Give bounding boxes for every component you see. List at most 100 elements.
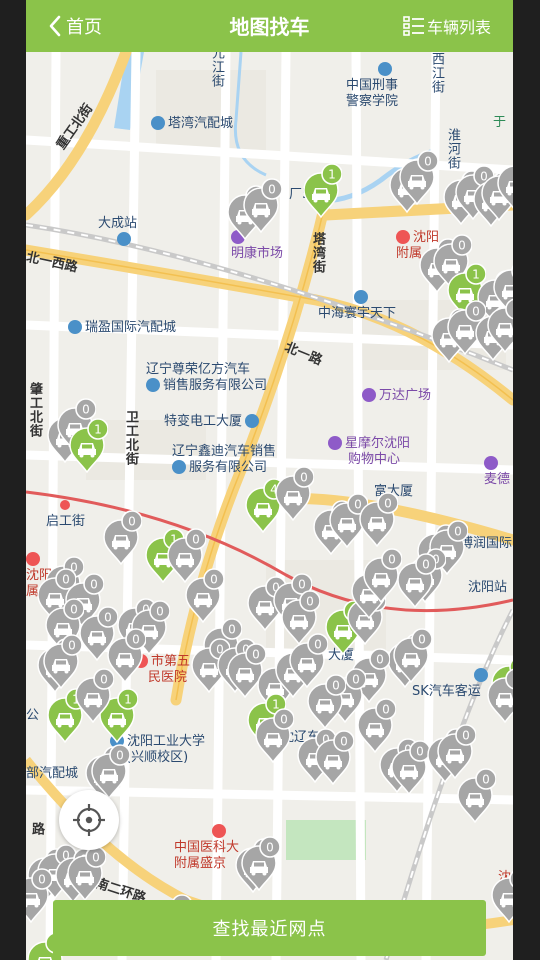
pin-count-badge: 0 <box>68 639 76 653</box>
vehicle-pin-available[interactable]: 1 <box>68 418 109 478</box>
map-label: 公 <box>26 708 40 723</box>
shop-icon <box>146 377 160 392</box>
pin-count-badge: 0 <box>512 303 513 317</box>
poi-ruiying: 瑞盈国际汽配城 <box>68 319 176 336</box>
building-icon <box>245 413 260 428</box>
hospital-icon <box>396 229 410 244</box>
vehicle-pin-empty[interactable]: 0 <box>102 510 143 570</box>
vehicle-pin-empty[interactable]: 0 <box>358 492 399 552</box>
map-label: 大成站 <box>98 216 138 231</box>
pin-count-badge: 0 <box>482 773 490 787</box>
road-label: 肇工北街 <box>27 382 42 438</box>
pin-count-badge: 0 <box>210 573 218 587</box>
vehicle-pin-empty[interactable]: 0 <box>496 156 513 216</box>
poi-xingmoer: 星摩尔沈阳 购物中心 <box>328 435 410 468</box>
vehicle-pin-empty[interactable]: 0 <box>486 298 513 358</box>
pin-count-badge: 0 <box>352 673 360 687</box>
pin-count-badge: 1 <box>94 423 102 437</box>
car-pin-icon: 0 <box>363 548 403 604</box>
pin-count-badge: 0 <box>100 673 108 687</box>
car-pin-icon: 0 <box>103 510 143 566</box>
car-pin-icon: 1 <box>69 418 109 474</box>
vehicle-pin-empty[interactable]: 0 <box>242 178 283 238</box>
station-icon <box>60 499 70 510</box>
map-label: 元江街 <box>209 52 224 88</box>
map-label: 于 <box>493 115 507 130</box>
pin-count-badge: 0 <box>90 578 98 592</box>
top-nav-bar: 首页 地图找车 车辆列表 <box>26 0 513 52</box>
poi-medical-univ: 中国医科大 附属盛京 <box>174 823 239 872</box>
vehicle-pin-available[interactable]: 1 <box>302 163 343 223</box>
shop-icon <box>151 115 165 130</box>
map-label: 沈阳站 <box>468 580 508 595</box>
vehicle-list-button[interactable]: 车辆列表 <box>403 13 491 39</box>
vehicle-pin-empty[interactable]: 0 <box>66 846 107 906</box>
locate-button[interactable] <box>59 790 119 850</box>
poi-dacheng-station: 大成站 <box>98 216 137 248</box>
vehicle-pin-empty[interactable]: 0 <box>390 740 431 800</box>
poi-qigong: 启工街 <box>46 498 85 530</box>
shop-icon <box>172 459 186 474</box>
mall-icon <box>484 455 498 470</box>
pin-count-badge: 0 <box>38 873 46 887</box>
list-icon <box>403 16 424 36</box>
vehicle-pin-empty[interactable]: 0 <box>314 730 355 790</box>
pin-count-badge: 0 <box>340 735 348 749</box>
pin-count-badge: 0 <box>332 679 340 693</box>
poi-xindi: 辽宁鑫迪汽车销售 服务有限公司 <box>172 444 277 475</box>
poi-maide: 麦德 <box>484 455 510 488</box>
map-label: 西江街 <box>429 52 444 94</box>
mall-icon <box>328 435 342 450</box>
car-pin-icon: 0 <box>491 870 513 924</box>
car-pin-icon: 0 <box>487 298 513 354</box>
vehicle-pin-empty[interactable]: 0 <box>274 466 315 526</box>
pin-count-badge: 0 <box>458 239 466 253</box>
map-label: 部汽配城 <box>26 766 79 781</box>
vehicle-pin-empty[interactable]: 0 <box>240 836 281 896</box>
pin-count-badge: 0 <box>462 729 470 743</box>
poi-police-academy: 中国刑事 警察学院 <box>346 61 399 110</box>
poi-tawan-auto: 塔湾汽配城 <box>151 115 233 132</box>
vehicle-pin-empty[interactable]: 0 <box>396 553 437 613</box>
car-pin-icon: 0 <box>315 730 355 786</box>
vehicle-pin-empty[interactable]: 0 <box>254 708 295 768</box>
car-pin-icon: 0 <box>397 553 437 609</box>
pin-count-badge: 0 <box>454 525 462 539</box>
vehicle-pin-empty[interactable]: 0 <box>26 868 53 928</box>
pin-count-badge: 0 <box>416 745 424 759</box>
subway-icon <box>117 231 131 246</box>
pin-count-badge: 0 <box>70 603 78 617</box>
poi-wanda: 万达广场 <box>362 387 431 404</box>
map-label: 淮河街 <box>445 128 460 170</box>
pin-count-badge: 0 <box>116 749 124 763</box>
car-pin-icon: 0 <box>241 836 281 892</box>
vehicle-pin-empty[interactable]: 0 <box>456 768 497 828</box>
find-nearest-station-button[interactable]: 查找最近网点 <box>53 900 486 956</box>
vehicle-pin-empty[interactable]: 0 <box>362 548 403 608</box>
car-pin-icon: 0 <box>359 492 399 548</box>
pin-count-badge: 0 <box>382 703 390 717</box>
road-label: 塔湾街 <box>310 232 325 274</box>
car-pin-icon: 0 <box>391 740 431 796</box>
crosshair-icon <box>73 804 105 836</box>
vehicle-pin-empty[interactable]: 0 <box>392 628 433 688</box>
vehicle-pin-empty[interactable]: 0 <box>74 668 115 728</box>
map-label: 警察学院 <box>346 94 399 109</box>
car-pin-icon: 0 <box>243 178 283 234</box>
vehicle-list-label: 车辆列表 <box>426 18 491 37</box>
car-pin-icon: 0 <box>26 868 53 924</box>
poi-tebian: 特变电工大厦 <box>164 413 262 430</box>
pin-count-badge: 0 <box>424 155 432 169</box>
road-label: 路 <box>29 822 44 836</box>
chevron-left-icon <box>49 15 61 37</box>
car-pin-icon: 1 <box>303 163 343 219</box>
vehicle-pin-empty[interactable]: 0 <box>486 668 513 728</box>
pin-count-badge: 0 <box>314 638 322 652</box>
vehicle-pin-empty[interactable]: 0 <box>288 633 329 693</box>
back-button[interactable]: 首页 <box>48 13 102 39</box>
vehicle-pin-empty[interactable]: 0 <box>490 868 513 928</box>
pin-count-badge: 0 <box>128 515 136 529</box>
mall-icon <box>362 387 376 402</box>
vehicle-pin-empty[interactable]: 0 <box>398 150 439 210</box>
car-pin-icon: 0 <box>67 846 107 902</box>
